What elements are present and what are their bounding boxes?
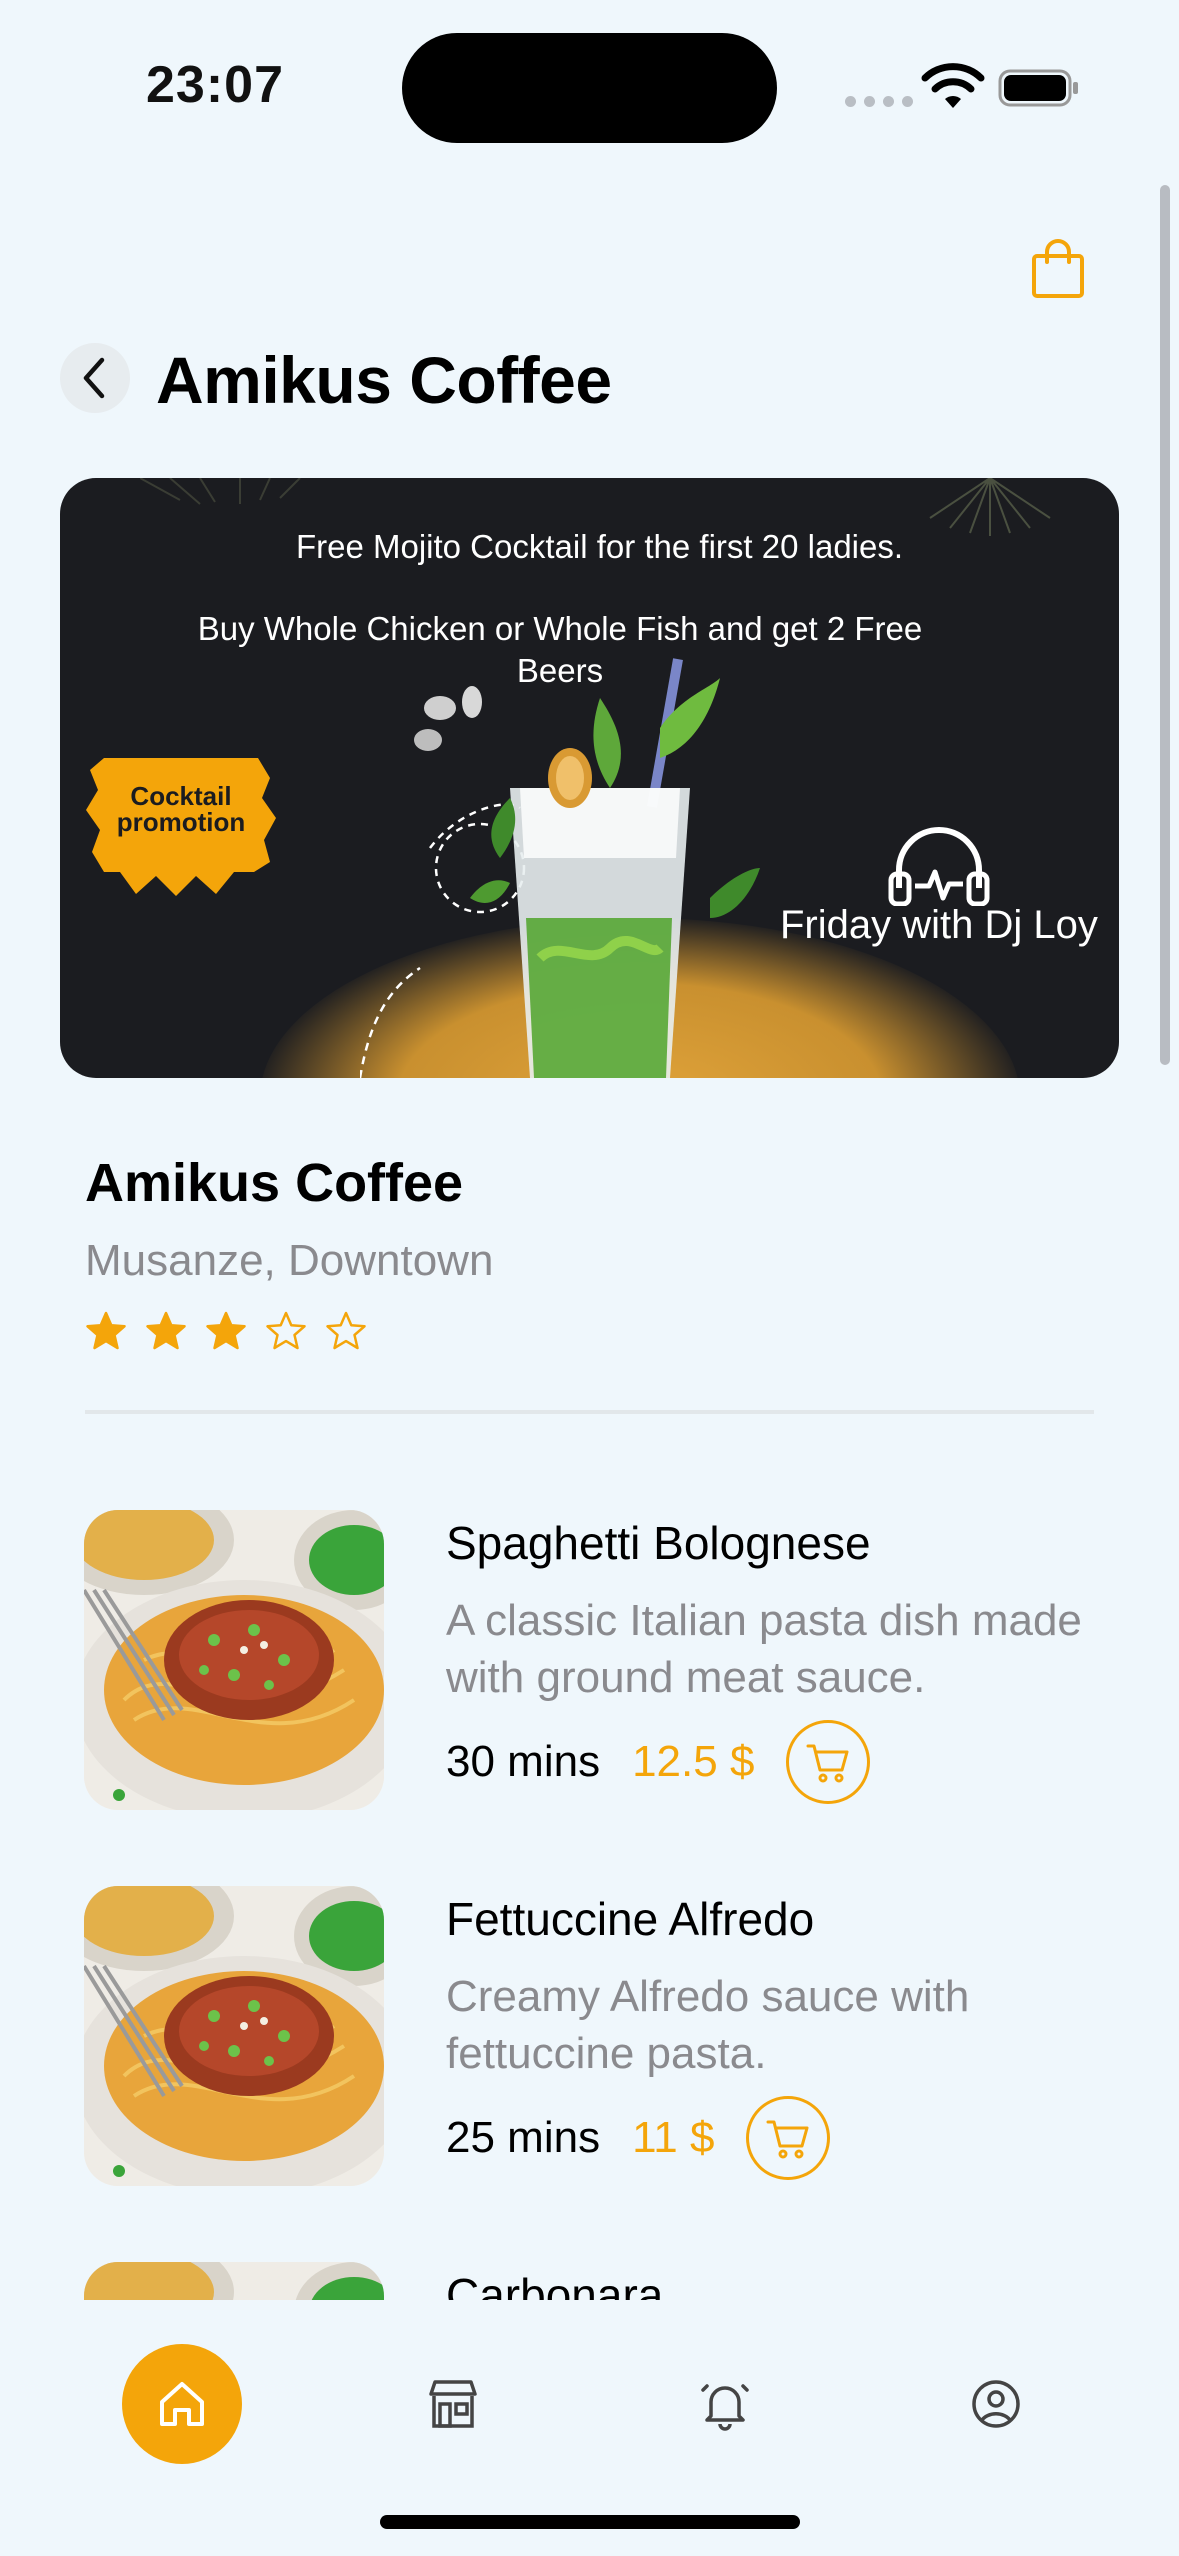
page-title: Amikus Coffee bbox=[156, 343, 612, 417]
dish-description: A classic Italian pasta dish made with g… bbox=[446, 1596, 1082, 1702]
dish-prep-time: 30 mins bbox=[446, 1737, 601, 1786]
shopping-bag-icon[interactable] bbox=[1030, 238, 1086, 300]
user-circle-icon bbox=[972, 2380, 1020, 2428]
promo-badge-label: Cocktail promotion bbox=[84, 783, 278, 835]
promo-badge-line-2: promotion bbox=[116, 807, 246, 837]
promo-line-1: Free Mojito Cocktail for the first 20 la… bbox=[295, 528, 904, 565]
battery-icon bbox=[998, 69, 1078, 107]
menu-item[interactable]: Carbonara bbox=[84, 2262, 1104, 2300]
scrollbar[interactable] bbox=[1160, 185, 1170, 1065]
cart-icon bbox=[806, 1744, 849, 1783]
dish-meta: 25 mins 11 $ bbox=[446, 2096, 831, 2180]
promo-badge-line-1: Cocktail bbox=[130, 781, 232, 811]
tab-home[interactable] bbox=[122, 2344, 242, 2464]
star-outline-icon bbox=[266, 1311, 306, 1350]
add-to-cart-button[interactable] bbox=[746, 2096, 831, 2180]
dish-title: Fettuccine Alfredo bbox=[446, 1893, 815, 1945]
dish-description: Creamy Alfredo sauce with fettuccine pas… bbox=[446, 1972, 970, 2078]
palm-leaf-decor bbox=[140, 478, 301, 505]
dish-meta: 30 mins 12.5 $ bbox=[446, 1720, 871, 1804]
star-outline-icon bbox=[326, 1311, 366, 1350]
dish-image bbox=[84, 1510, 384, 1810]
dish-price: 12.5 $ bbox=[632, 1737, 755, 1786]
headphones-icon bbox=[888, 827, 990, 906]
dj-event-text: Friday with Dj Loy bbox=[780, 903, 1098, 947]
restaurant-location: Musanze, Downtown bbox=[85, 1236, 494, 1285]
promo-banner[interactable]: Free Mojito Cocktail for the first 20 la… bbox=[60, 478, 1119, 1078]
home-indicator[interactable] bbox=[380, 2515, 800, 2529]
star-filled-icon bbox=[206, 1311, 246, 1350]
menu-item[interactable]: Spaghetti Bolognese A classic Italian pa… bbox=[84, 1510, 1104, 1810]
tab-store[interactable] bbox=[393, 2344, 513, 2464]
cellular-signal-icon bbox=[845, 96, 913, 107]
wifi-icon bbox=[921, 63, 985, 108]
dish-title: Spaghetti Bolognese bbox=[446, 1517, 871, 1569]
star-filled-icon bbox=[146, 1311, 186, 1350]
chevron-left-icon bbox=[83, 357, 105, 399]
home-icon bbox=[160, 2382, 204, 2426]
restaurant-name: Amikus Coffee bbox=[85, 1153, 464, 1213]
dish-image bbox=[84, 2262, 384, 2300]
menu-item[interactable]: Fettuccine Alfredo Creamy Alfredo sauce … bbox=[84, 1886, 1104, 2186]
store-icon bbox=[429, 2380, 477, 2428]
dish-prep-time: 25 mins bbox=[446, 2113, 601, 2162]
tab-profile[interactable] bbox=[936, 2344, 1056, 2464]
dish-image bbox=[84, 1886, 384, 2186]
star-filled-icon bbox=[86, 1311, 126, 1350]
add-to-cart-button[interactable] bbox=[786, 1720, 871, 1804]
cart-icon bbox=[766, 2120, 809, 2159]
tab-notifications[interactable] bbox=[665, 2344, 785, 2464]
mojito-cocktail-image bbox=[360, 658, 760, 1078]
status-time: 23:07 bbox=[146, 56, 284, 114]
bell-icon bbox=[701, 2384, 749, 2431]
menu-list[interactable]: Spaghetti Bolognese A classic Italian pa… bbox=[0, 1430, 1179, 2300]
divider bbox=[85, 1410, 1094, 1414]
rating-stars bbox=[85, 1310, 367, 1352]
dish-price: 11 $ bbox=[632, 2113, 715, 2162]
dish-title: Carbonara bbox=[446, 2269, 664, 2300]
back-button[interactable] bbox=[60, 343, 130, 413]
dynamic-island bbox=[402, 33, 777, 143]
